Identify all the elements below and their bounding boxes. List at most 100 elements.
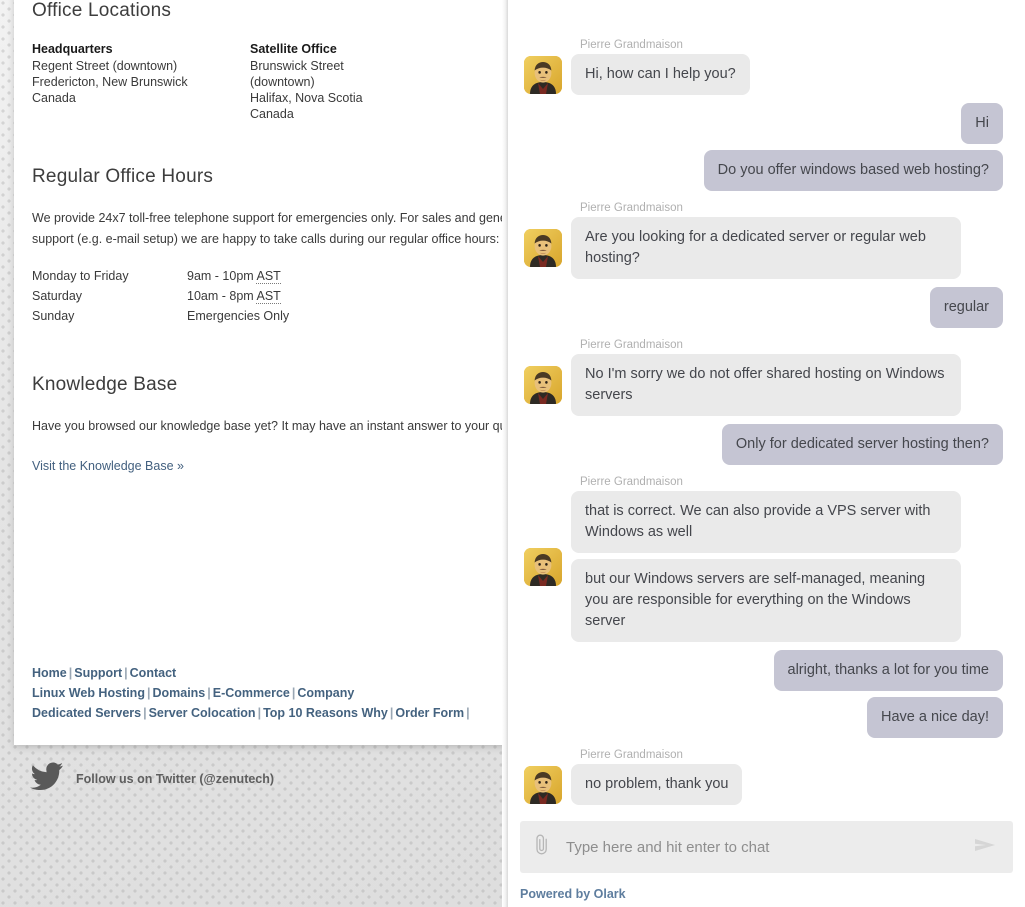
footer-link-contact[interactable]: Contact [130,666,177,680]
agent-message-group: Pierre Grandmaison no problem, thank you [516,748,1013,805]
visitor-message-group: alright, thanks a lot for you time Have a… [516,650,1013,738]
chat-bubble-visitor: Do you offer windows based web hosting? [703,150,1003,191]
agent-bubble-stack: no problem, thank you [571,764,743,805]
office-list: Headquarters Regent Street (downtown) Fr… [32,42,508,122]
avatar [524,765,562,804]
footer-link-support[interactable]: Support [74,666,122,680]
visit-knowledge-base-link[interactable]: Visit the Knowledge Base » [32,459,184,473]
visitor-message-group: regular [516,287,1013,328]
footer-separator: | [124,666,128,680]
footer-link-ecommerce[interactable]: E-Commerce [213,686,290,700]
office-address-line: Brunswick Street [250,59,344,73]
chat-bubble-visitor: regular [929,287,1003,328]
timezone-abbr: AST [256,289,281,304]
office-locations-title: Office Locations [32,0,172,21]
hours-day: Saturday [32,289,83,303]
chat-bubble-agent: Hi, how can I help you? [571,54,750,95]
knowledge-base-title: Knowledge Base [32,374,178,395]
agent-message-group: Pierre Grandmaison Hi, how can I help yo… [516,38,1013,95]
avatar [524,366,562,404]
agent-message-body: no problem, thank you [516,764,1013,805]
powered-by-olark: Powered by Olark [520,887,626,901]
avatar [524,547,562,586]
chat-composer [508,821,1025,873]
agent-message-group: Pierre Grandmaison Are you looking for a… [516,201,1013,279]
agent-name-label: Pierre Grandmaison [580,476,683,488]
office-hours-title: Regular Office Hours [32,166,214,187]
agent-bubble-stack: that is correct. We can also provide a V… [571,491,961,642]
office-satellite: Satellite Office Brunswick Street (downt… [250,42,468,122]
chat-bubble-agent: Are you looking for a dedicated server o… [571,217,961,279]
table-row: Monday to Friday 9am - 10pm AST [32,266,289,286]
agent-message-group: Pierre Grandmaison that is correct. We c… [516,475,1013,642]
agent-name-label: Pierre Grandmaison [580,339,683,351]
office-address-line: (downtown) [250,75,315,89]
office-headquarters: Headquarters Regent Street (downtown) Fr… [32,42,250,122]
office-locations-section: Office Locations Headquarters Regent Str… [32,0,508,122]
website-column: Office Locations Headquarters Regent Str… [0,0,508,907]
visitor-message-group: Only for dedicated server hosting then? [516,424,1013,465]
olark-chat-panel: Pierre Grandmaison Hi, how can I help yo… [508,0,1025,907]
chat-bubble-visitor: alright, thanks a lot for you time [773,650,1003,691]
chat-bubble-agent: that is correct. We can also provide a V… [571,491,961,553]
hours-day: Monday to Friday [32,269,129,283]
footer-link-order-form[interactable]: Order Form [395,706,464,720]
agent-name-label: Pierre Grandmaison [580,749,683,761]
twitter-follow-row[interactable]: Follow us on Twitter (@zenutech) [30,762,274,795]
footer-link-dedicated-servers[interactable]: Dedicated Servers [32,706,141,720]
office-name: Headquarters [32,42,113,56]
footer-link-linux-web-hosting[interactable]: Linux Web Hosting [32,686,145,700]
hours-day: Sunday [32,309,75,323]
paperclip-icon[interactable] [534,834,554,861]
footer-row-2: Linux Web Hosting | Domains | E-Commerce | Com… [32,683,508,703]
chat-bubble-agent: No I'm sorry we do not offer shared host… [571,354,961,416]
hours-time: 10am - 8pm AST [187,289,281,304]
office-hours-section: Regular Office Hours We provide 24x7 tol… [32,166,508,326]
agent-message-group: Pierre Grandmaison No I'm sorry we do no… [516,338,1013,416]
twitter-follow-label: Follow us on Twitter (@zenutech) [76,771,275,786]
hours-time: 9am - 10pm AST [187,269,281,284]
footer-link-top-10-reasons-why[interactable]: Top 10 Reasons Why [263,706,388,720]
footer-link-server-colocation[interactable]: Server Colocation [149,706,256,720]
agent-message-body: Are you looking for a dedicated server o… [516,217,1013,279]
chat-message-log[interactable]: Pierre Grandmaison Hi, how can I help yo… [508,0,1025,817]
timezone-abbr: AST [256,269,281,284]
footer-link-company[interactable]: Company [297,686,354,700]
chat-bubble-visitor: Have a nice day! [866,697,1003,738]
office-name: Satellite Office [250,42,337,56]
office-address-line: Canada [32,91,76,105]
footer-separator: | [207,686,211,700]
office-address-line: Regent Street (downtown) [32,59,178,73]
chat-input-box[interactable] [520,821,1013,873]
footer-links: Home | Support | Contact Linux Web Hosting | D… [32,663,508,723]
agent-bubble-stack: Hi, how can I help you? [571,54,750,95]
table-row: Sunday Emergencies Only [32,306,289,326]
office-hours-table: Monday to Friday 9am - 10pm AST Saturday… [32,266,289,326]
office-address-line: Canada [250,107,294,121]
chat-bubble-agent: but our Windows servers are self-managed… [571,559,961,642]
chat-bubble-visitor: Only for dedicated server hosting then? [721,424,1003,465]
avatar [524,55,562,94]
footer-row-1: Home | Support | Contact [32,663,508,683]
chat-input[interactable] [566,838,973,856]
agent-name-label: Pierre Grandmaison [580,39,683,51]
footer-separator: | [466,706,470,720]
send-icon[interactable] [973,836,999,859]
footer-link-domains[interactable]: Domains [152,686,205,700]
agent-bubble-stack: Are you looking for a dedicated server o… [571,217,961,279]
footer-separator: | [143,706,147,720]
agent-message-body: No I'm sorry we do not offer shared host… [516,354,1013,416]
chat-bubble-agent: no problem, thank you [571,764,743,805]
avatar [524,229,562,267]
office-address-line: Halifax, Nova Scotia [250,91,363,105]
office-hours-intro: We provide 24x7 toll-free telephone supp… [32,211,508,246]
content-card: Office Locations Headquarters Regent Str… [14,0,508,745]
footer-link-home[interactable]: Home [32,666,67,680]
twitter-bird-icon [30,762,64,795]
table-row: Saturday 10am - 8pm AST [32,286,289,306]
agent-message-body: Hi, how can I help you? [516,54,1013,95]
knowledge-base-section: Knowledge Base Have you browsed our know… [32,374,508,475]
agent-message-body: that is correct. We can also provide a V… [516,491,1013,642]
agent-bubble-stack: No I'm sorry we do not offer shared host… [571,354,961,416]
hours-time: Emergencies Only [187,309,290,323]
